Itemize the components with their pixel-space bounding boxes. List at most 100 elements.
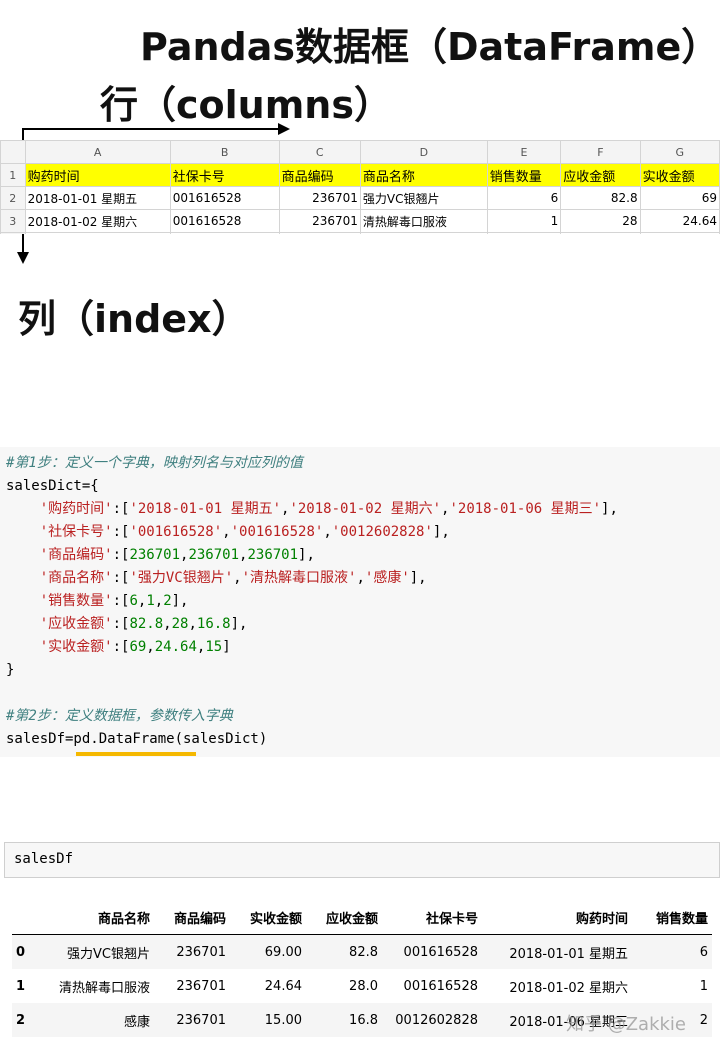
excel-col-letter[interactable]: D xyxy=(359,140,488,164)
dict-key: '应收金额' xyxy=(39,616,113,632)
dict-value: 236701 xyxy=(129,547,181,563)
code-line: } xyxy=(6,662,15,678)
excel-row-number xyxy=(0,232,26,234)
df-cell: 24.64 xyxy=(264,978,302,994)
df-header-cell xyxy=(12,900,42,935)
dict-value: '001616528' xyxy=(230,524,324,540)
down-arrow-icon xyxy=(17,252,29,264)
excel-col-letter[interactable]: C xyxy=(278,140,361,164)
dict-key: '实收金额' xyxy=(39,639,113,655)
excel-row-number[interactable]: 1 xyxy=(0,163,26,187)
excel-cell[interactable]: 69 xyxy=(639,186,720,210)
input-cell-text[interactable]: salesDf xyxy=(14,851,73,867)
excel-cell xyxy=(278,232,361,234)
table-row: 0 强力VC银翘片 236701 69.00 82.8 001616528 20… xyxy=(12,934,712,969)
excel-cell[interactable]: 应收金额 xyxy=(560,163,641,187)
excel-cell[interactable]: 商品编码 xyxy=(278,163,361,187)
dict-value: '清热解毒口服液' xyxy=(241,570,357,586)
dict-value: 6 xyxy=(129,593,138,609)
excel-cell[interactable]: 2018-01-02 星期六 xyxy=(24,209,171,233)
excel-cell xyxy=(560,232,641,234)
df-header-cell: 社保卡号 xyxy=(382,900,482,935)
excel-col-letter[interactable]: G xyxy=(639,140,720,164)
excel-cell[interactable]: 强力VC银翘片 xyxy=(359,186,488,210)
dict-key: '商品编码' xyxy=(39,547,113,563)
df-cell: 001616528 xyxy=(403,978,478,994)
excel-row: 2 2018-01-01 星期五 001616528 236701 强力VC银翘… xyxy=(0,186,720,210)
dict-value: 69 xyxy=(129,639,147,655)
df-header-cell: 商品名称 xyxy=(42,900,154,935)
excel-col-letter[interactable]: E xyxy=(486,140,562,164)
excel-cell[interactable]: 24.64 xyxy=(639,209,720,233)
code-line: salesDict={ xyxy=(6,478,99,494)
dict-entry-line: '商品编码':[236701,236701,236701], xyxy=(39,547,315,563)
df-cell: 感康 xyxy=(42,1003,154,1037)
excel-sheet: A B C D E F G 1 购药时间 社保卡号 商品编码 商品名称 销售数量… xyxy=(0,140,720,234)
df-cell: 强力VC银翘片 xyxy=(42,934,154,969)
df-cell: 0012602828 xyxy=(382,1003,482,1037)
excel-cell[interactable]: 购药时间 xyxy=(24,163,171,187)
watermark: 知乎 @Zakkie xyxy=(566,1014,687,1035)
excel-cell[interactable]: 236701 xyxy=(278,186,361,210)
input-cell[interactable] xyxy=(4,842,720,878)
excel-cell[interactable]: 社保卡号 xyxy=(169,163,280,187)
code-comment: #第1步：定义一个字典，映射列名与对应列的值 xyxy=(6,455,303,471)
columns-arrow-line xyxy=(22,128,280,130)
excel-col-letter[interactable]: A xyxy=(24,140,171,164)
df-cell: 16.8 xyxy=(306,1003,382,1037)
dataframe-header-row: 商品名称 商品编码 实收金额 应收金额 社保卡号 购药时间 销售数量 xyxy=(12,900,712,935)
dict-value: 24.64 xyxy=(154,639,197,655)
excel-cell[interactable]: 实收金额 xyxy=(639,163,720,187)
excel-col-letter[interactable]: F xyxy=(560,140,641,164)
title-dataframe: Pandas数据框（DataFrame） xyxy=(140,25,720,69)
dict-value: 28 xyxy=(171,616,189,632)
df-cell: 236701 xyxy=(154,934,230,969)
highlight-underline xyxy=(76,752,196,756)
excel-cell xyxy=(639,232,720,234)
excel-cell[interactable]: 商品名称 xyxy=(359,163,488,187)
excel-cell[interactable]: 销售数量 xyxy=(486,163,562,187)
excel-cell xyxy=(24,232,171,234)
code-editor[interactable]: #第1步：定义一个字典，映射列名与对应列的值 salesDict={ '购药时间… xyxy=(6,452,618,751)
right-arrow-icon xyxy=(278,123,290,135)
title-columns: 行（columns） xyxy=(100,83,392,127)
excel-cell[interactable]: 1 xyxy=(486,209,562,233)
excel-column-header-row: A B C D E F G xyxy=(0,140,720,164)
excel-cell xyxy=(486,232,562,234)
dict-value: 236701 xyxy=(247,547,299,563)
df-cell: 28.0 xyxy=(349,978,378,994)
df-cell: 69.00 xyxy=(230,934,306,969)
dict-value: 15 xyxy=(205,639,223,655)
dict-value: 2 xyxy=(163,593,172,609)
dict-entry-line: '应收金额':[82.8,28,16.8], xyxy=(39,616,248,632)
dict-value: '0012602828' xyxy=(331,524,433,540)
excel-col-letter[interactable]: B xyxy=(169,140,280,164)
df-cell: 6 xyxy=(632,934,712,969)
excel-row: 3 2018-01-02 星期六 001616528 236701 清热解毒口服… xyxy=(0,209,720,233)
df-header-cell: 商品编码 xyxy=(154,900,230,935)
dict-value: '2018-01-01 星期五' xyxy=(129,501,282,517)
excel-cell[interactable]: 28 xyxy=(560,209,641,233)
df-index-cell: 0 xyxy=(12,934,42,969)
df-header-cell: 应收金额 xyxy=(306,900,382,935)
df-header-cell: 实收金额 xyxy=(230,900,306,935)
excel-cell[interactable]: 2018-01-01 星期五 xyxy=(24,186,171,210)
dict-entry-line: '社保卡号':['001616528','001616528','0012602… xyxy=(39,524,450,540)
excel-cell[interactable]: 236701 xyxy=(278,209,361,233)
excel-cell[interactable]: 82.8 xyxy=(560,186,641,210)
dict-value: '2018-01-06 星期三' xyxy=(449,501,602,517)
dict-entries: '购药时间':['2018-01-01 星期五','2018-01-02 星期六… xyxy=(6,501,618,655)
excel-cell[interactable]: 001616528 xyxy=(169,186,280,210)
table-row: 1 清热解毒口服液 236701 24.64 28.0 001616528 20… xyxy=(12,969,712,1003)
df-cell: 清热解毒口服液 xyxy=(58,980,150,996)
excel-cell[interactable]: 6 xyxy=(486,186,562,210)
excel-row-number[interactable]: 2 xyxy=(0,186,26,210)
dict-value: 236701 xyxy=(188,547,240,563)
dict-key: '商品名称' xyxy=(39,570,113,586)
excel-cell[interactable]: 001616528 xyxy=(169,209,280,233)
excel-header-row: 1 购药时间 社保卡号 商品编码 商品名称 销售数量 应收金额 实收金额 xyxy=(0,163,720,187)
excel-cell[interactable]: 清热解毒口服液 xyxy=(359,209,488,233)
df-header-cell: 购药时间 xyxy=(482,900,632,935)
df-cell: 1 xyxy=(699,978,708,994)
excel-row-number[interactable]: 3 xyxy=(0,209,26,233)
